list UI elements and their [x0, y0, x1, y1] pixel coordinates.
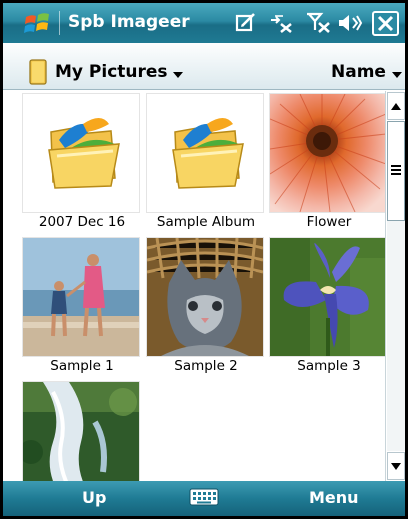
item-label: Flower — [306, 214, 352, 230]
grip-line — [391, 169, 401, 171]
item-label: Sample 3 — [297, 358, 361, 374]
signal-off-icon[interactable] — [305, 12, 331, 34]
device-screen: Spb Imageer My Pictures Name 2007 Dec 16… — [0, 0, 408, 519]
scroll-thumb[interactable] — [387, 121, 405, 221]
waterfall-image — [23, 382, 139, 481]
grid-item-photo[interactable]: Sample 3 — [267, 237, 385, 383]
photo-thumbnail[interactable] — [146, 237, 264, 357]
app-title: Spb Imageer — [68, 12, 190, 32]
grid-item-album[interactable]: Sample Album — [144, 93, 264, 239]
softkey-bar: Up Menu — [3, 481, 405, 516]
grip-line — [391, 173, 401, 175]
kitten-image — [147, 238, 263, 356]
chevron-down-icon[interactable] — [173, 72, 183, 78]
album-folder-icon — [172, 118, 244, 189]
vertical-scrollbar[interactable] — [385, 91, 405, 481]
album-folder-icon — [48, 118, 120, 189]
title-separator — [59, 11, 60, 35]
iris-flower-image — [270, 238, 385, 356]
item-label: 2007 Dec 16 — [38, 214, 126, 230]
windows-start-icon[interactable] — [23, 9, 53, 37]
title-bar: Spb Imageer — [3, 3, 405, 43]
grid-item-photo[interactable] — [20, 381, 140, 481]
item-label: Sample 2 — [174, 358, 238, 374]
children-beach-image — [23, 238, 139, 356]
connectivity-icon[interactable] — [267, 12, 295, 34]
photo-thumbnail[interactable] — [22, 237, 140, 357]
scroll-track[interactable] — [387, 221, 405, 451]
folder-selector[interactable]: My Pictures — [55, 62, 168, 82]
photo-thumbnail[interactable] — [269, 237, 385, 357]
chevron-down-icon[interactable] — [392, 72, 402, 78]
arrow-up-icon — [391, 103, 401, 110]
close-icon — [377, 15, 394, 32]
volume-off-icon[interactable] — [337, 12, 363, 34]
scroll-down-button[interactable] — [387, 452, 405, 480]
grid-item-photo[interactable]: Flower — [267, 93, 385, 239]
item-label: Sample Album — [156, 214, 256, 230]
up-softkey[interactable]: Up — [82, 488, 106, 507]
item-label: Sample 1 — [50, 358, 114, 374]
grip-line — [391, 165, 401, 167]
close-button[interactable] — [372, 11, 399, 36]
grid-item-album[interactable]: 2007 Dec 16 — [20, 93, 140, 239]
grid-item-photo[interactable]: Sample 1 — [20, 237, 140, 383]
arrow-down-icon — [391, 463, 401, 470]
folder-icon[interactable] — [28, 59, 50, 85]
photo-thumbnail[interactable] — [22, 381, 140, 481]
menu-softkey[interactable]: Menu — [309, 488, 359, 507]
folder-header: My Pictures Name — [3, 43, 405, 90]
scroll-up-button[interactable] — [387, 92, 405, 120]
album-thumbnail[interactable] — [22, 93, 140, 213]
flower-image — [270, 94, 385, 212]
photo-thumbnail[interactable] — [269, 93, 385, 213]
album-thumbnail[interactable] — [146, 93, 264, 213]
keyboard-icon[interactable] — [189, 487, 219, 507]
image-grid: 2007 Dec 16 Sample Album Flower Sample 1… — [3, 91, 385, 481]
grid-item-photo[interactable]: Sample 2 — [144, 237, 264, 383]
edit-icon[interactable] — [235, 12, 257, 34]
sort-selector[interactable]: Name — [331, 62, 386, 82]
